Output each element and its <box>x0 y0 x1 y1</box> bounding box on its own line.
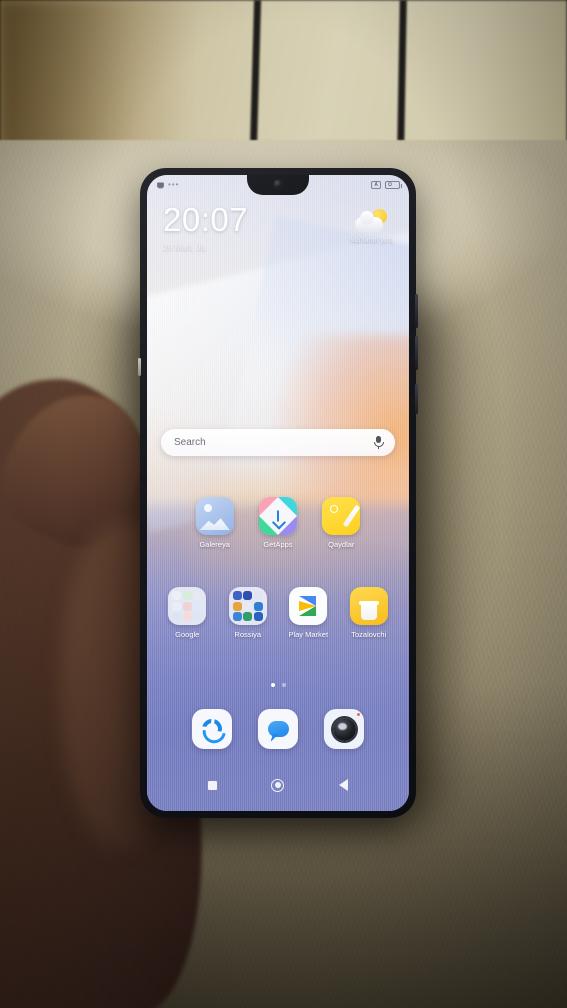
rossiya-app-tile <box>232 601 242 611</box>
circle-home-icon[interactable] <box>271 778 285 792</box>
sim-tray <box>138 358 141 376</box>
app-label: Google <box>175 630 200 639</box>
app-grid-row-2: Google Rossiya Play Market Tozalovchi <box>147 587 409 639</box>
play-store-icon[interactable] <box>289 587 328 625</box>
weather-status: Ma'lumot yo'q <box>350 237 393 244</box>
notification-icon <box>157 182 164 188</box>
rossiya-app-tile <box>253 591 263 600</box>
camera-icon[interactable] <box>324 709 364 749</box>
status-overflow-dots: ••• <box>168 180 180 189</box>
status-bar-left: ••• <box>156 181 179 190</box>
alarm-icon: A <box>371 181 381 189</box>
trash-icon <box>358 600 379 620</box>
google-app-tile <box>182 601 192 611</box>
clock-block[interactable]: 20:07 29 Mart, Ju <box>163 203 248 252</box>
google-app-tile <box>193 612 203 621</box>
app-cleaner[interactable]: Tozalovchi <box>345 587 393 639</box>
phone-icon[interactable] <box>192 709 232 749</box>
rossiya-app-tile <box>253 612 263 621</box>
rossiya-app-tile <box>243 591 253 600</box>
front-camera-icon <box>274 180 282 188</box>
rossiya-app-tile <box>243 601 253 611</box>
page-indicator[interactable] <box>147 683 409 687</box>
google-folder-icon[interactable] <box>168 587 207 625</box>
google-app-tile <box>193 591 203 600</box>
clock-weather-widget[interactable]: 20:07 29 Mart, Ju Ma'lumot yo'q <box>147 203 409 269</box>
cloud-icon <box>354 211 383 232</box>
battery-icon: ⏻ <box>385 181 402 189</box>
weather-widget[interactable]: Ma'lumot yo'q <box>350 209 393 244</box>
pencil-icon <box>343 504 361 528</box>
message-bubble-icon[interactable] <box>258 709 298 749</box>
app-gallery[interactable]: Galereya <box>191 497 239 549</box>
google-app-tile <box>172 601 182 611</box>
clock-time: 20:07 <box>163 201 249 238</box>
rossiya-app-tile <box>253 601 263 611</box>
app-label: Rossiya <box>234 630 262 639</box>
folder-google[interactable]: Google <box>163 587 211 639</box>
volume-down-button[interactable] <box>415 336 418 370</box>
app-label: Qaydlar <box>328 540 355 549</box>
square-icon[interactable] <box>208 780 218 790</box>
google-app-tile <box>172 591 182 600</box>
app-grid-row-1: Galereya GetApps Qaydlar <box>147 497 409 549</box>
folder-rossiya[interactable]: Rossiya <box>224 587 272 639</box>
rossiya-app-tile <box>243 612 253 621</box>
app-label: Tozalovchi <box>351 630 387 639</box>
rossiya-folder-icon[interactable] <box>228 587 267 625</box>
microphone-icon[interactable] <box>374 436 384 449</box>
rossiya-app-tile <box>232 591 242 600</box>
app-label: Galereya <box>199 540 230 549</box>
dock <box>147 709 409 749</box>
clock-date: 29 Mart, Ju <box>163 243 206 252</box>
search-input[interactable]: Search <box>174 437 206 448</box>
page-dot[interactable] <box>270 683 275 687</box>
download-arrow-icon <box>276 510 279 522</box>
rossiya-app-tile <box>232 612 242 621</box>
app-notes[interactable]: Qaydlar <box>317 497 365 549</box>
power-button[interactable] <box>415 384 418 414</box>
page-dot[interactable] <box>281 683 286 687</box>
getapps-icon[interactable] <box>258 497 297 535</box>
gallery-icon[interactable] <box>195 497 234 535</box>
sun-behind-cloud-icon <box>354 209 389 233</box>
notes-icon[interactable] <box>322 497 361 535</box>
volume-up-button[interactable] <box>415 294 418 328</box>
google-app-tile <box>193 601 203 611</box>
app-getapps[interactable]: GetApps <box>254 497 302 549</box>
google-app-tile <box>182 612 192 621</box>
cleaner-icon[interactable] <box>349 587 388 625</box>
google-app-tile <box>172 612 182 621</box>
search-bar[interactable]: Search <box>161 429 395 456</box>
triangle-back-icon[interactable] <box>338 779 348 791</box>
phone-device: ••• A ⏻ 20:07 29 Mart, Ju Ma'lumot yo'q … <box>138 168 418 818</box>
app-label: GetApps <box>263 540 293 549</box>
status-bar-right: A ⏻ <box>371 181 402 189</box>
app-play-market[interactable]: Play Market <box>284 587 332 639</box>
phone-screen[interactable]: ••• A ⏻ 20:07 29 Mart, Ju Ma'lumot yo'q … <box>147 175 409 811</box>
app-label: Play Market <box>288 630 329 639</box>
google-app-tile <box>182 591 192 600</box>
navigation-bar <box>147 771 409 799</box>
photo-scene: ••• A ⏻ 20:07 29 Mart, Ju Ma'lumot yo'q … <box>0 0 567 1008</box>
